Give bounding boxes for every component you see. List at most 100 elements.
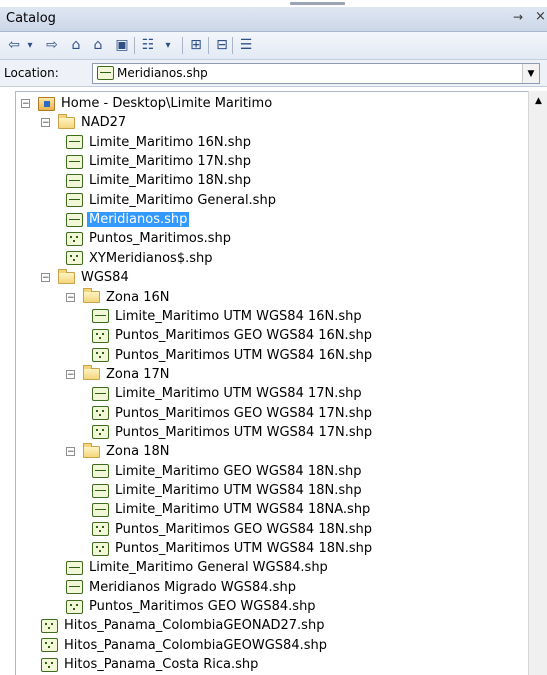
tree-file-item[interactable]: Puntos_Maritimos.shp xyxy=(66,229,233,248)
collapse-toggle-icon[interactable]: − xyxy=(41,273,50,283)
tree-file-item[interactable]: Limite_Maritimo UTM WGS84 18N.shp xyxy=(92,481,364,500)
toolbar-separator xyxy=(208,37,209,54)
tree-item-label: NAD27 xyxy=(81,115,127,131)
collapse-toggle-icon[interactable]: − xyxy=(21,99,30,109)
tree-item-label: Zona 17N xyxy=(106,366,170,382)
tree-file-item[interactable]: Puntos_Maritimos GEO WGS84 18N.shp xyxy=(92,520,374,539)
back-icon[interactable]: ⇦ xyxy=(4,35,24,55)
view-dropdown-icon[interactable]: ▾ xyxy=(162,35,174,55)
folder-icon xyxy=(83,288,100,303)
tree-item-label: WGS84 xyxy=(81,270,129,286)
tree-item-label: XYMeridianos$.shp xyxy=(89,250,213,266)
back-dropdown-icon[interactable]: ▾ xyxy=(24,35,36,55)
location-label: Location: xyxy=(4,66,59,80)
tree-file-item[interactable]: Limite_Maritimo 18N.shp xyxy=(66,171,253,190)
options-icon[interactable]: ☰ xyxy=(236,35,256,55)
tree-file-item[interactable]: Hitos_Panama_ColombiaGEONAD27.shp xyxy=(41,616,326,635)
tree-file-item[interactable]: Puntos_Maritimos UTM WGS84 16N.shp xyxy=(92,346,374,365)
tree-item-label: Hitos_Panama_ColombiaGEONAD27.shp xyxy=(64,618,325,634)
location-bar: Location: Meridianos.shp ▼ xyxy=(0,60,547,87)
toolbar-separator xyxy=(232,37,233,54)
line-shapefile-icon xyxy=(66,580,83,595)
tree-file-item[interactable]: Meridianos.shp xyxy=(66,210,190,229)
point-shapefile-icon xyxy=(66,231,83,246)
view-options-icon[interactable]: ☷ xyxy=(138,35,158,55)
tree-file-item[interactable]: Hitos_Panama_Costa Rica.shp xyxy=(41,655,260,674)
toggle-contents-icon[interactable]: ▣ xyxy=(112,35,132,55)
tree-file-item[interactable]: Meridianos Migrado WGS84.shp xyxy=(66,578,298,597)
close-icon[interactable]: × xyxy=(535,9,546,24)
tree-file-item[interactable]: Limite_Maritimo 17N.shp xyxy=(66,152,253,171)
tree-file-item[interactable]: Limite_Maritimo UTM WGS84 16N.shp xyxy=(92,307,364,326)
tree-file-item[interactable]: Hitos_Panama_ColombiaGEOWGS84.shp xyxy=(41,636,329,655)
tree-file-item[interactable]: Limite_Maritimo 16N.shp xyxy=(66,133,253,152)
window-title: Catalog xyxy=(6,11,56,26)
tree-file-item[interactable]: Puntos_Maritimos UTM WGS84 18N.shp xyxy=(92,539,374,558)
tree-file-item[interactable]: XYMeridianos$.shp xyxy=(66,249,214,268)
window-top-edge xyxy=(0,0,547,7)
point-shapefile-icon xyxy=(92,406,109,421)
tree-file-item[interactable]: Puntos_Maritimos GEO WGS84 16N.shp xyxy=(92,326,374,345)
collapse-toggle-icon[interactable]: − xyxy=(66,369,75,379)
line-shapefile-icon xyxy=(92,502,109,517)
tree-file-item[interactable]: Puntos_Maritimos UTM WGS84 17N.shp xyxy=(92,423,374,442)
auto-hide-pin-icon[interactable]: → xyxy=(513,10,523,24)
line-shapefile-icon xyxy=(92,464,109,479)
tree-item-label: Limite_Maritimo General WGS84.shp xyxy=(89,560,328,576)
tree-file-item[interactable]: Puntos_Maritimos GEO WGS84.shp xyxy=(66,597,318,616)
forward-icon[interactable]: ⇨ xyxy=(42,35,62,55)
point-shapefile-icon xyxy=(41,638,58,653)
point-shapefile-icon xyxy=(41,618,58,633)
tree-item-label: Limite_Maritimo UTM WGS84 16N.shp xyxy=(115,308,362,324)
tree-folder-item[interactable]: − Zona 16N xyxy=(66,288,171,307)
location-value: Meridianos.shp xyxy=(117,66,208,80)
point-shapefile-icon xyxy=(92,522,109,537)
line-shapefile-icon xyxy=(66,154,83,169)
tree-item-label: Puntos_Maritimos UTM WGS84 16N.shp xyxy=(115,347,373,363)
tree-item-label: Zona 18N xyxy=(106,444,170,460)
tree-item-label: Limite_Maritimo UTM WGS84 17N.shp xyxy=(115,386,362,402)
tree-item-label: Home - Desktop\Limite Maritimo xyxy=(61,96,273,111)
home-folder-icon xyxy=(38,96,55,111)
scroll-up-icon[interactable]: ▲ xyxy=(531,93,546,108)
collapse-toggle-icon[interactable]: − xyxy=(66,447,75,457)
tree-file-item[interactable]: Limite_Maritimo UTM WGS84 18NA.shp xyxy=(92,500,372,519)
point-shapefile-icon xyxy=(41,657,58,672)
catalog-tree: − Home - Desktop\Limite Maritimo − NAD27 Lim… xyxy=(15,91,529,675)
up-one-level-icon[interactable]: ⌂ xyxy=(66,35,86,55)
tree-file-item[interactable]: Limite_Maritimo General WGS84.shp xyxy=(66,558,330,577)
tree-file-item[interactable]: Limite_Maritimo General.shp xyxy=(66,191,278,210)
connect-folder-icon[interactable]: ⊞ xyxy=(186,35,206,55)
catalog-window: Catalog → × ⇦ ▾ ⇨ ⌂ ⌂ ▣ ☷ ▾ ⊞ ⊟ ☰ Location: Meridi… xyxy=(0,0,547,675)
tree-item-label: Limite_Maritimo UTM WGS84 18N.shp xyxy=(115,483,362,498)
chevron-down-icon[interactable]: ▼ xyxy=(522,64,539,83)
tree-item-label: Puntos_Maritimos GEO WGS84 16N.shp xyxy=(115,328,372,344)
line-shapefile-icon xyxy=(66,193,83,208)
point-shapefile-icon xyxy=(92,425,109,440)
drag-grip[interactable] xyxy=(290,2,345,5)
toolbar-separator xyxy=(134,37,135,54)
tree-folder-item[interactable]: − Zona 17N xyxy=(66,365,171,384)
tree-file-item[interactable]: Puntos_Maritimos GEO WGS84 17N.shp xyxy=(92,404,374,423)
toolbar-separator xyxy=(182,37,183,54)
line-shapefile-icon xyxy=(66,560,83,575)
tree-folder-item[interactable]: − NAD27 xyxy=(41,113,128,132)
tree-item-label: Hitos_Panama_Costa Rica.shp xyxy=(64,657,259,673)
tree-folder-item[interactable]: − Home - Desktop\Limite Maritimo xyxy=(21,94,274,113)
disconnect-folder-icon[interactable]: ⊟ xyxy=(212,35,232,55)
tree-folder-item[interactable]: − WGS84 xyxy=(41,268,131,287)
catalog-toolbar: ⇦ ▾ ⇨ ⌂ ⌂ ▣ ☷ ▾ ⊞ ⊟ ☰ xyxy=(0,32,547,60)
tree-file-item[interactable]: Limite_Maritimo GEO WGS84 18N.shp xyxy=(92,462,364,481)
tree-folder-item[interactable]: − Zona 18N xyxy=(66,442,171,461)
home-folder-icon[interactable]: ⌂ xyxy=(88,35,108,55)
folder-icon xyxy=(83,365,100,381)
location-combobox[interactable]: Meridianos.shp ▼ xyxy=(92,63,540,84)
tree-item-label: Limite_Maritimo 18N.shp xyxy=(89,173,251,189)
vertical-scrollbar[interactable]: ▲ xyxy=(528,91,547,675)
line-shapefile-icon xyxy=(66,135,83,150)
collapse-toggle-icon[interactable]: − xyxy=(41,118,50,128)
point-shapefile-icon xyxy=(92,328,109,343)
tree-file-item[interactable]: Limite_Maritimo UTM WGS84 17N.shp xyxy=(92,384,364,403)
tree-item-label: Puntos_Maritimos GEO WGS84 17N.shp xyxy=(115,405,372,421)
collapse-toggle-icon[interactable]: − xyxy=(66,292,75,302)
